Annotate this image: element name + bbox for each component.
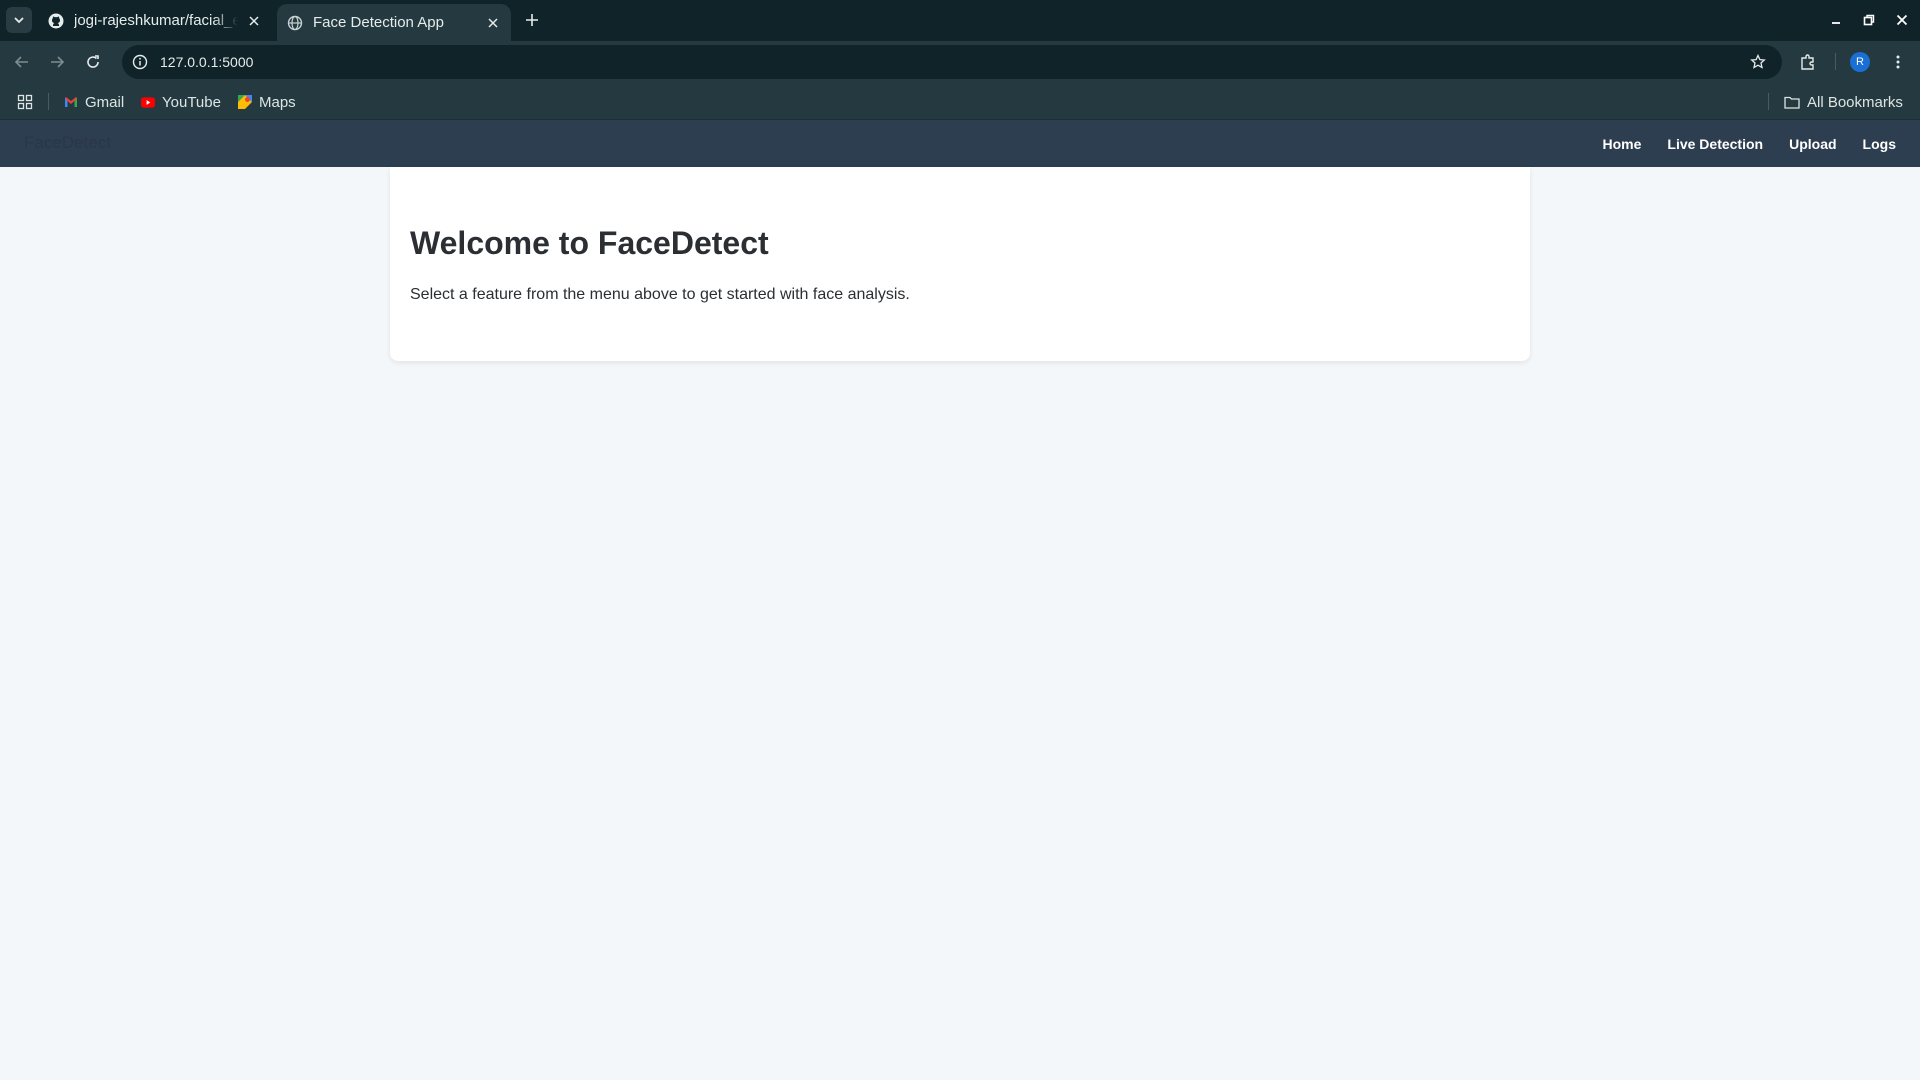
close-icon (1896, 14, 1908, 26)
tab-strip: jogi-rajeshkumar/facial_e Face Detection… (0, 0, 1920, 41)
bookmark-youtube[interactable]: YouTube (141, 91, 221, 113)
all-bookmarks-button[interactable]: All Bookmarks (1784, 91, 1903, 113)
bookmark-star-icon[interactable] (1746, 50, 1770, 74)
bookmarks-bar: Gmail YouTube Maps All Bookmarks (0, 83, 1920, 120)
bookmarks-divider (1768, 93, 1769, 110)
restore-button[interactable] (1857, 8, 1881, 32)
restore-icon (1863, 14, 1875, 26)
profile-avatar[interactable]: R (1850, 52, 1870, 72)
bookmark-gmail[interactable]: Gmail (64, 91, 124, 113)
tab-face-detection-app[interactable]: Face Detection App (277, 4, 511, 41)
bookmark-maps[interactable]: Maps (238, 91, 296, 113)
arrow-left-icon (14, 56, 28, 68)
youtube-icon (141, 95, 155, 109)
chevron-down-icon (14, 17, 24, 24)
new-tab-button[interactable] (520, 8, 544, 32)
close-tab-button[interactable] (246, 13, 262, 29)
close-tab-button[interactable] (485, 15, 501, 31)
apps-grid-icon (17, 94, 33, 110)
close-window-button[interactable] (1890, 8, 1914, 32)
back-button[interactable] (9, 49, 35, 75)
welcome-text: Select a feature from the menu above to … (410, 286, 910, 303)
extensions-button[interactable] (1796, 50, 1820, 74)
apps-button[interactable] (17, 91, 33, 113)
github-icon (48, 13, 64, 28)
bookmarks-divider (48, 93, 49, 110)
nav-logs[interactable]: Logs (1863, 136, 1896, 152)
tab-title: Face Detection App (313, 14, 444, 31)
nav-live-detection[interactable]: Live Detection (1667, 136, 1763, 152)
page-title: Welcome to FaceDetect (410, 225, 769, 261)
address-bar[interactable]: 127.0.0.1:5000 (122, 45, 1782, 79)
gmail-icon (64, 95, 78, 109)
more-vertical-icon (1896, 55, 1900, 69)
tab-search-button[interactable] (6, 7, 32, 33)
site-info-icon[interactable] (128, 50, 152, 74)
minimize-icon (1832, 22, 1840, 24)
reload-icon (87, 55, 99, 68)
arrow-right-icon (51, 56, 65, 68)
nav-links: Home Live Detection Upload Logs (1576, 120, 1896, 167)
nav-home[interactable]: Home (1602, 136, 1641, 152)
globe-icon (287, 15, 303, 30)
all-bookmarks-label: All Bookmarks (1807, 93, 1903, 111)
bookmark-label: YouTube (162, 93, 221, 111)
puzzle-icon (1801, 54, 1814, 70)
close-icon (249, 15, 259, 26)
minimize-button[interactable] (1824, 8, 1848, 32)
close-icon (488, 17, 498, 28)
plus-icon (526, 14, 538, 26)
app-navbar: FaceDetect Home Live Detection Upload Lo… (0, 120, 1920, 167)
reload-button[interactable] (80, 49, 106, 75)
tab-github[interactable]: jogi-rajeshkumar/facial_e (40, 0, 272, 41)
brand-logo[interactable]: FaceDetect (24, 133, 111, 153)
welcome-card: Welcome to FaceDetect Select a feature f… (390, 167, 1530, 361)
toolbar-divider (1835, 53, 1836, 70)
tab-title: jogi-rajeshkumar/facial_e (74, 12, 238, 29)
nav-upload[interactable]: Upload (1789, 136, 1836, 152)
maps-icon (238, 95, 252, 109)
browser-menu-button[interactable] (1886, 50, 1910, 74)
folder-icon (1784, 95, 1800, 109)
bookmark-label: Gmail (85, 93, 125, 111)
browser-toolbar: 127.0.0.1:5000 R (0, 41, 1920, 83)
url-text[interactable]: 127.0.0.1:5000 (160, 54, 253, 70)
forward-button[interactable] (44, 49, 70, 75)
bookmark-label: Maps (259, 93, 296, 111)
